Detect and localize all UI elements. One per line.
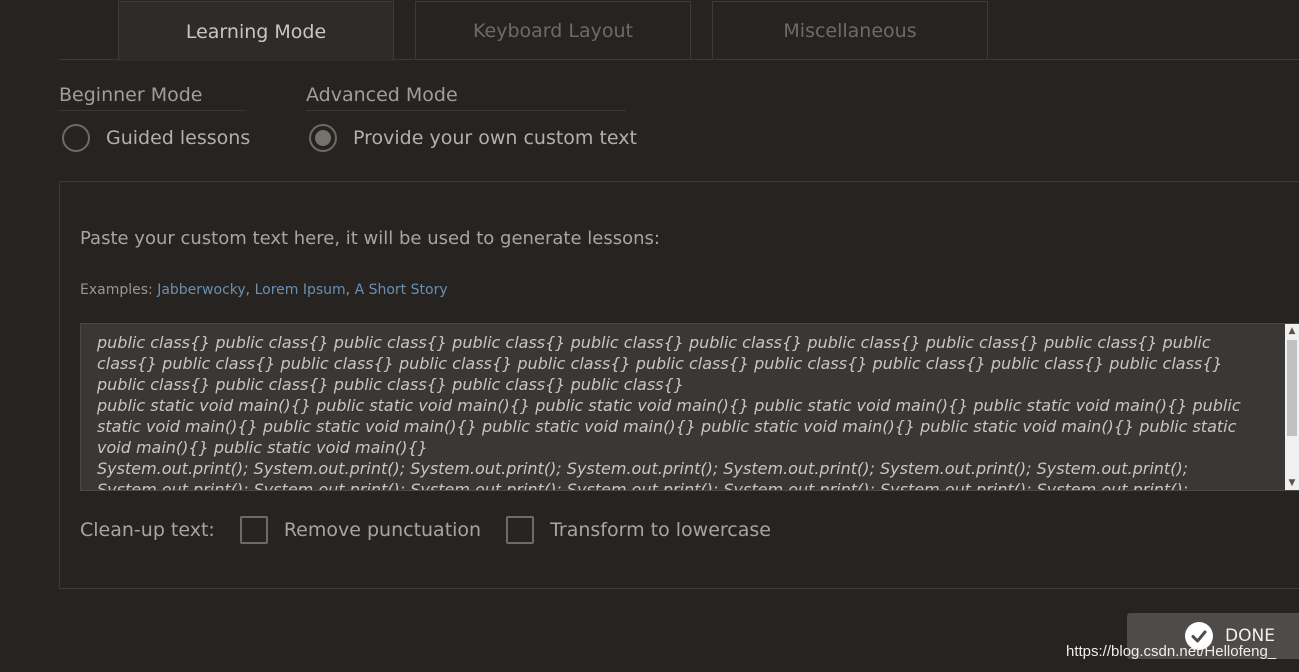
remove-punctuation-checkbox[interactable] [239,516,268,544]
watermark-text: https://blog.csdn.net/Hellofeng_ [1066,643,1277,660]
tab-keyboard-layout[interactable]: Keyboard Layout [415,1,691,59]
custom-text-content: public class{} public class{} public cla… [97,333,1241,491]
examples-separator: , [245,282,255,298]
tab-learning-mode[interactable]: Learning Mode [118,1,394,61]
radio-selected-dot [315,130,331,146]
examples-prefix: Examples: [80,282,158,298]
custom-text-panel: Paste your custom text here, it will be … [59,181,1299,589]
scroll-down-arrow-icon[interactable]: ▼ [1285,476,1299,490]
tab-miscellaneous[interactable]: Miscellaneous [712,1,988,59]
example-link-lorem-ipsum[interactable]: Lorem Ipsum [255,282,346,298]
example-link-jabberwocky[interactable]: Jabberwocky [157,282,245,298]
cleanup-label: Clean-up text: [80,519,215,541]
settings-dialog: Learning Mode Keyboard Layout Miscellane… [0,0,1299,672]
custom-text-radio[interactable] [309,124,337,152]
advanced-mode-heading: Advanced Mode [306,84,626,111]
custom-text-textarea[interactable]: public class{} public class{} public cla… [80,323,1299,491]
beginner-mode-heading: Beginner Mode [59,84,245,111]
custom-text-instructions: Paste your custom text here, it will be … [80,228,660,249]
guided-lessons-radio[interactable] [62,124,90,152]
lowercase-label: Transform to lowercase [550,519,771,541]
custom-text-label: Provide your own custom text [353,127,637,149]
remove-punctuation-label: Remove punctuation [283,519,482,541]
guided-lessons-label: Guided lessons [106,127,251,149]
custom-text-option[interactable]: Provide your own custom text [309,124,637,152]
lowercase-checkbox[interactable] [506,516,535,544]
example-link-short-story[interactable]: A Short Story [355,282,448,298]
scroll-up-arrow-icon[interactable]: ▲ [1285,324,1299,338]
scrollbar-thumb[interactable] [1287,340,1297,436]
examples-separator: , [345,282,355,298]
guided-lessons-option[interactable]: Guided lessons [62,124,250,152]
textarea-scrollbar[interactable]: ▲ ▼ [1285,324,1299,490]
examples-line: Examples: Jabberwocky, Lorem Ipsum, A Sh… [80,282,448,298]
lowercase-option[interactable]: Transform to lowercase [506,516,771,544]
cleanup-options: Clean-up text: Remove punctuation Transf… [80,516,771,544]
remove-punctuation-option[interactable]: Remove punctuation [239,516,482,544]
